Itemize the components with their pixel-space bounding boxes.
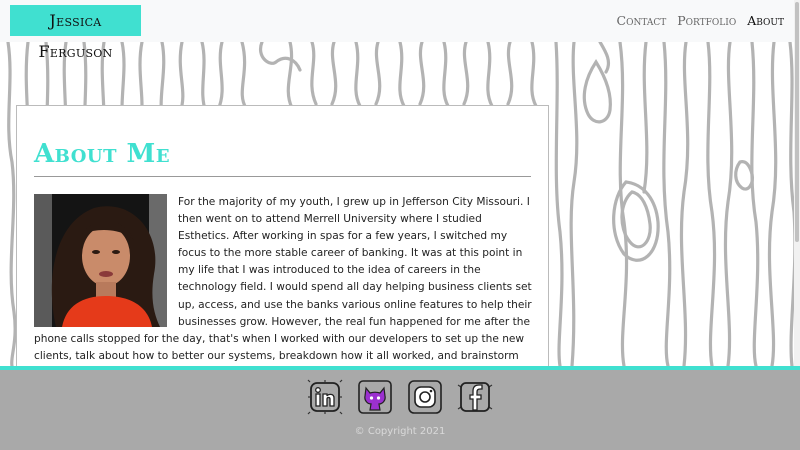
about-card: About Me For the majority of my youth, I… — [16, 105, 549, 370]
linkedin-icon[interactable] — [307, 379, 343, 415]
page-title: About Me — [34, 139, 171, 169]
instagram-icon[interactable] — [407, 379, 443, 415]
facebook-icon[interactable] — [457, 379, 493, 415]
nav-link-portfolio[interactable]: Portfolio — [677, 13, 736, 28]
nav-links: Contact Portfolio About — [617, 13, 784, 28]
nav-link-contact[interactable]: Contact — [617, 13, 667, 28]
brand-logo[interactable]: Jessica Ferguson — [10, 5, 141, 61]
footer: © Copyright 2021 — [0, 370, 800, 450]
nav-link-about[interactable]: About — [747, 13, 784, 28]
bio-paragraph: For the majority of my youth, I grew up … — [34, 194, 534, 369]
github-icon[interactable] — [357, 379, 393, 415]
copyright-text: © Copyright 2021 — [354, 426, 446, 437]
scrollbar-thumb[interactable] — [795, 2, 799, 242]
photo-spacer — [34, 194, 178, 328]
navbar: Jessica Ferguson Contact Portfolio About — [0, 0, 800, 61]
title-divider — [34, 176, 531, 177]
